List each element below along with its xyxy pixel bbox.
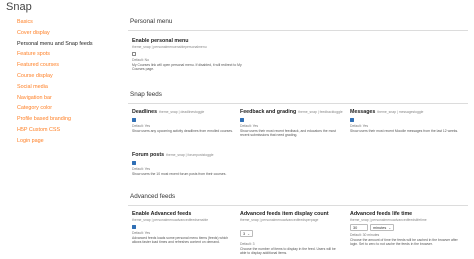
setting-title: Advanced feeds item display count — [240, 211, 329, 217]
setting-title-text: Deadlines — [132, 109, 158, 115]
setting-title-text: Feedback and grading — [240, 109, 297, 115]
setting-title: Enable Advanced feeds — [132, 211, 192, 217]
setting-title: Advanced feeds life time — [350, 211, 413, 217]
lifetime-unit-value: minutes — [373, 226, 387, 230]
sidebar-item-category-color[interactable]: Category color — [17, 103, 117, 114]
default-value: Default: 3 — [240, 241, 255, 246]
setting-key: theme_snap | personalmenuadvancedfeedsen… — [132, 218, 209, 222]
default-value: Default: No — [132, 57, 149, 62]
setting-title: Deadlines theme_snap | deadlinestoggle — [132, 109, 234, 115]
setting-description: Choose the number of items to display in… — [240, 247, 336, 256]
setting-description: Advanced feeds loads some personal menu … — [132, 236, 229, 245]
setting-title: Enable personal menu — [132, 38, 189, 44]
default-value: Default: 30 minutes — [350, 232, 380, 237]
default-value: Default: Yes — [132, 166, 151, 171]
lifetime-unit-select[interactable]: minutes ⌄ — [370, 224, 395, 231]
settings-main: Personal menu Enable personal menu theme… — [128, 0, 474, 259]
setting-title: Forum posts theme_snap | forumpoststoggle — [132, 152, 272, 158]
setting-key: theme_snap | feedbacktoggle — [298, 110, 343, 114]
page-title: Snap — [6, 1, 32, 13]
sidebar: Basics Cover display Personal menu and S… — [17, 17, 117, 147]
default-value: Default: Yes — [132, 123, 151, 128]
setting-title-text: Messages — [350, 109, 376, 115]
setting-key: theme_snap | messagestoggle — [377, 110, 424, 114]
setting-enable-personal-menu: Enable personal menu theme_snap | person… — [132, 38, 242, 72]
sidebar-item-login-page[interactable]: Login page — [17, 136, 117, 147]
sidebar-item-course-display[interactable]: Course display — [17, 71, 117, 82]
setting-enable-advanced-feeds: Enable Advanced feeds theme_snap | perso… — [132, 211, 234, 245]
sidebar-item-personal-menu[interactable]: Personal menu and Snap feeds — [17, 39, 117, 50]
messages-checkbox[interactable] — [350, 118, 354, 122]
chevron-down-icon: ⌄ — [247, 232, 251, 236]
chevron-down-icon: ⌄ — [388, 226, 392, 230]
setting-description: My Courses link will open personal menu.… — [132, 63, 242, 72]
default-value: Default: Yes — [350, 123, 369, 128]
setting-feedback-grading: Feedback and grading theme_snap | feedbac… — [240, 109, 343, 138]
default-value: Default: Yes — [132, 230, 151, 235]
setting-key: theme_snap | deadlinestoggle — [159, 110, 205, 114]
personal-menu-heading: Personal menu — [130, 18, 173, 25]
deadlines-checkbox[interactable] — [132, 118, 136, 122]
setting-description: Show users their most recent Moodle mess… — [350, 129, 459, 133]
setting-forum-posts: Forum posts theme_snap | forumpoststoggle… — [132, 152, 272, 176]
setting-title: Messages theme_snap | messagestoggle — [350, 109, 462, 115]
lifetime-inputs: 30 minutes ⌄ — [350, 222, 462, 231]
setting-deadlines: Deadlines theme_snap | deadlinestoggle De… — [132, 109, 234, 133]
setting-title-text: Forum posts — [132, 152, 165, 158]
sidebar-item-h5p-css[interactable]: H5P Custom CSS — [17, 125, 117, 136]
enable-advanced-feeds-checkbox[interactable] — [132, 225, 136, 229]
display-count-value: 3 — [243, 232, 246, 236]
setting-feeds-display-count: Advanced feeds item display count theme_… — [240, 211, 342, 256]
lifetime-amount-input[interactable]: 30 — [350, 224, 368, 231]
setting-description: Show users the 10 most recent forum post… — [132, 172, 227, 176]
sidebar-item-social-media[interactable]: Social media — [17, 82, 117, 93]
section-divider — [128, 30, 468, 31]
setting-key: theme_snap | personalmenuadvancedfeedspe… — [240, 218, 319, 222]
sidebar-item-cover-display[interactable]: Cover display — [17, 28, 117, 39]
setting-messages: Messages theme_snap | messagestoggle Defa… — [350, 109, 462, 133]
default-value: Default: Yes — [240, 123, 259, 128]
forum-posts-checkbox[interactable] — [132, 161, 136, 165]
sidebar-item-featured-courses[interactable]: Featured courses — [17, 60, 117, 71]
setting-key: theme_snap | forumpoststoggle — [166, 153, 214, 157]
sidebar-item-navigation-bar[interactable]: Navigation bar — [17, 93, 117, 104]
setting-title: Feedback and grading theme_snap | feedbac… — [240, 109, 343, 115]
setting-key: theme_snap | personalmenuenablepersonalm… — [132, 45, 207, 49]
section-divider — [128, 205, 468, 206]
feedback-checkbox[interactable] — [240, 118, 244, 122]
sidebar-item-basics[interactable]: Basics — [17, 17, 117, 28]
display-count-select[interactable]: 3 ⌄ — [240, 230, 254, 237]
setting-description: Show users their most recent feedback, a… — [240, 129, 336, 138]
snap-feeds-heading: Snap feeds — [130, 91, 162, 98]
sidebar-item-feature-spots[interactable]: Feature spots — [17, 49, 117, 60]
setting-feeds-lifetime: Advanced feeds life time theme_snap | pe… — [350, 211, 462, 247]
setting-description: Show users any upcoming activity deadlin… — [132, 129, 234, 133]
enable-personal-menu-checkbox[interactable] — [132, 52, 136, 56]
advanced-feeds-heading: Advanced feeds — [130, 193, 176, 200]
setting-description: Choose the amount of time the feeds will… — [350, 238, 458, 247]
section-divider — [128, 103, 468, 104]
sidebar-item-profile-branding[interactable]: Profile based branding — [17, 114, 117, 125]
